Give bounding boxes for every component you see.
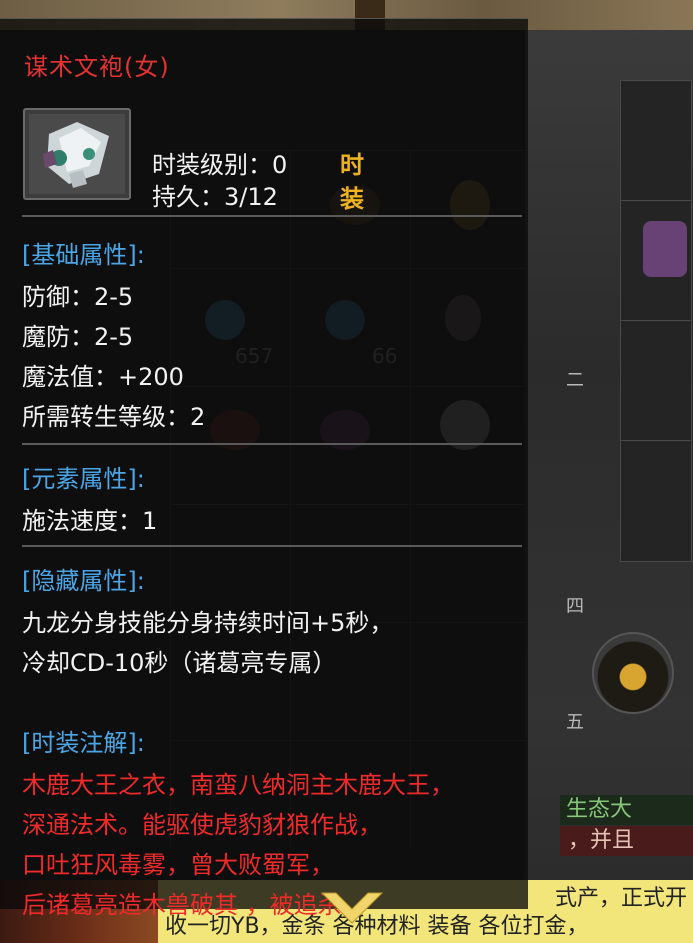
- section-header-notes: [时装注解]:: [22, 729, 145, 757]
- divider: [22, 215, 522, 217]
- stat-line: 防御：2-5: [22, 283, 134, 311]
- rail-label: 五: [566, 712, 584, 733]
- stat-line: 施法速度：1: [22, 507, 158, 535]
- lore-line: 口吐狂风毒雾，曾大败蜀军，: [22, 851, 334, 879]
- fashion-level: 时装级别：0: [152, 151, 288, 179]
- gold-ingot-icon[interactable]: [592, 632, 674, 714]
- rail-label: 二: [566, 370, 584, 391]
- stat-line: 九龙分身技能分身持续时间+5秒，: [22, 609, 394, 637]
- fashion-badge: 装: [340, 185, 364, 213]
- item-tooltip: 谋术文袍(女) 时装级别：0 时 持久：3/12 装 [基础属性]: 防御：2-…: [0, 18, 528, 919]
- equip-slot[interactable]: [620, 320, 692, 442]
- side-green-label: 生态大: [560, 795, 693, 825]
- equip-slot[interactable]: [620, 80, 692, 202]
- fashion-badge: 时: [340, 151, 364, 179]
- chevron-down-icon[interactable]: [320, 891, 384, 925]
- stat-line: 魔法值：+200: [22, 363, 184, 391]
- divider: [22, 443, 522, 445]
- section-header-base: [基础属性]:: [22, 241, 145, 269]
- equip-slot[interactable]: [620, 440, 692, 562]
- stat-line: 冷却CD-10秒（诸葛亮专属）: [22, 649, 337, 677]
- durability: 持久：3/12: [152, 183, 278, 211]
- equip-slot[interactable]: [620, 200, 692, 322]
- item-icon-frame: [23, 108, 131, 200]
- item-name: 谋术文袍(女): [24, 53, 170, 81]
- lore-line: 木鹿大王之衣，南蛮八纳洞主木鹿大王，: [22, 771, 454, 799]
- stat-line: 所需转生等级：2: [22, 403, 206, 431]
- rail-label: 四: [566, 596, 584, 617]
- stat-line: 魔防：2-5: [22, 323, 134, 351]
- lore-line: 深通法术。能驱使虎豹豺狼作战，: [22, 811, 382, 839]
- robe-item-icon: [29, 114, 125, 194]
- lore-line: 后诸葛亮造木兽破其 ，被追杀。: [22, 891, 366, 919]
- section-header-element: [元素属性]:: [22, 465, 145, 493]
- side-red-label: ，并且: [560, 826, 693, 856]
- divider: [22, 545, 522, 547]
- section-header-hidden: [隐藏属性]:: [22, 567, 145, 595]
